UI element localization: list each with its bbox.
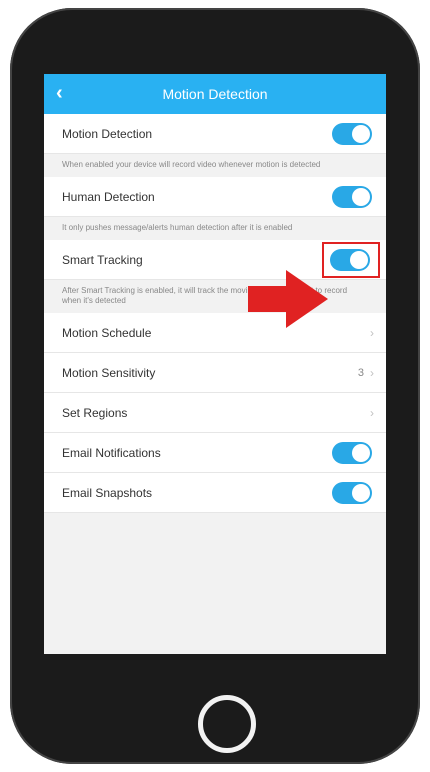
- setting-label: Email Notifications: [62, 445, 161, 460]
- setting-row-set-regions[interactable]: Set Regions ›: [44, 393, 386, 433]
- setting-row-human-detection: Human Detection: [44, 177, 386, 217]
- sensitivity-value: 3: [357, 366, 364, 379]
- setting-row-email-notifications: Email Notifications: [44, 433, 386, 473]
- setting-note: After Smart Tracking is enabled, it will…: [44, 280, 386, 313]
- setting-label: Motion Detection: [62, 126, 153, 141]
- email-notifications-toggle[interactable]: [332, 441, 372, 464]
- setting-note: When enabled your device will record vid…: [44, 154, 386, 177]
- nav-bar: ‹ Motion Detection: [44, 74, 386, 114]
- setting-label: Email Snapshots: [62, 485, 153, 500]
- setting-label: Set Regions: [62, 405, 128, 420]
- toggle-knob: [352, 187, 370, 206]
- app-screen: ‹ Motion Detection Motion Detection When…: [44, 74, 386, 654]
- setting-row-motion-schedule[interactable]: Motion Schedule ›: [44, 313, 386, 353]
- email-snapshots-toggle[interactable]: [332, 481, 372, 504]
- setting-note: It only pushes message/alerts human dete…: [44, 217, 386, 240]
- toggle-knob: [352, 124, 370, 143]
- page-title: Motion Detection: [162, 86, 268, 102]
- chevron-right-icon: ›: [370, 325, 374, 340]
- chevron-right-icon: ›: [370, 405, 374, 420]
- setting-label: Motion Sensitivity: [62, 365, 156, 380]
- smart-tracking-toggle-wrap: [322, 241, 380, 278]
- highlight-box: [322, 241, 380, 278]
- human-detection-toggle[interactable]: [332, 185, 372, 208]
- motion-detection-toggle[interactable]: [332, 122, 372, 145]
- setting-label: Smart Tracking: [62, 252, 143, 267]
- setting-row-motion-sensitivity[interactable]: Motion Sensitivity 3 ›: [44, 353, 386, 393]
- toggle-knob: [352, 483, 370, 502]
- setting-label: Human Detection: [62, 189, 155, 204]
- setting-row-email-snapshots: Email Snapshots: [44, 473, 386, 513]
- setting-row-motion-detection: Motion Detection: [44, 114, 386, 154]
- chevron-left-icon[interactable]: ‹: [56, 82, 63, 104]
- chevron-right-icon: ›: [370, 365, 374, 380]
- red-arrow-icon: [248, 270, 328, 328]
- setting-label: Motion Schedule: [62, 325, 152, 340]
- setting-row-smart-tracking: Smart Tracking: [44, 240, 386, 280]
- home-button[interactable]: [198, 695, 256, 753]
- toggle-knob: [352, 443, 370, 462]
